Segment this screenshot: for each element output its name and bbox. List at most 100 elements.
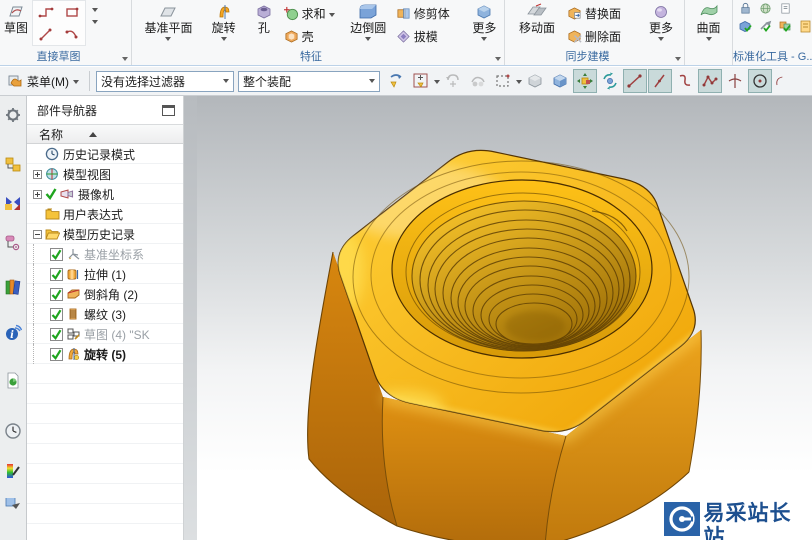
hide-show-button[interactable]	[384, 69, 408, 93]
redo-button[interactable]	[466, 69, 490, 93]
sketch-button[interactable]: 草图	[4, 0, 28, 35]
assembly-navigator-button[interactable]	[2, 154, 24, 176]
undo-icon	[446, 74, 459, 87]
unite-dropdown[interactable]	[328, 12, 335, 17]
history-palette-button[interactable]	[2, 420, 24, 442]
web-browser-button[interactable]: i	[2, 322, 24, 344]
surface-dropdown[interactable]	[705, 37, 712, 41]
delete-face-button[interactable]: 删除面	[565, 26, 641, 47]
checkbox-checked[interactable]	[50, 347, 63, 361]
draw-arc-button[interactable]	[773, 69, 785, 93]
group-dropdown-direct-sketch[interactable]	[122, 57, 128, 61]
hole-icon	[253, 0, 275, 20]
move-face-icon	[526, 0, 548, 20]
tree-item-model-views[interactable]: 模型视图	[27, 164, 183, 184]
snap-point-button[interactable]	[409, 69, 433, 93]
arc-icon	[65, 30, 78, 39]
trim-body-button[interactable]: 修剪体	[394, 3, 465, 24]
graphics-window[interactable]	[197, 96, 812, 540]
curve-gallery-expand[interactable]	[92, 20, 99, 38]
undo-button[interactable]	[441, 69, 465, 93]
selection-filter-combo[interactable]: 没有选择过滤器	[96, 70, 234, 92]
draw-circle-button[interactable]	[748, 69, 772, 93]
shell-button[interactable]: 壳	[282, 26, 343, 47]
tree-item-thread[interactable]: 螺纹 (3)	[27, 304, 183, 324]
rectangle-select-button[interactable]	[491, 69, 515, 93]
unite-button[interactable]: 求和	[282, 3, 343, 24]
checkbox-checked[interactable]	[50, 327, 63, 341]
shaded-view-button[interactable]	[523, 69, 547, 93]
group-dropdown-sync-modeling[interactable]	[675, 57, 681, 61]
edge-blend-dropdown[interactable]	[365, 37, 372, 41]
hd3d-tools-button[interactable]	[2, 370, 24, 392]
curve-gallery-dropdown[interactable]	[92, 8, 99, 12]
roles-palette-button[interactable]	[2, 460, 24, 482]
checkbox-checked[interactable]	[50, 307, 63, 321]
draw-line-button[interactable]	[623, 69, 647, 93]
move-object-button[interactable]	[573, 69, 597, 93]
studio-spline-button[interactable]	[698, 69, 722, 93]
std-doc-button[interactable]	[777, 1, 794, 16]
std-lock-button[interactable]	[737, 1, 754, 16]
selection-scope-combo[interactable]: 整个装配	[238, 70, 380, 92]
profile-tool-button[interactable]	[33, 1, 59, 23]
tree-item-chamfer[interactable]: 倒斜角 (2)	[27, 284, 183, 304]
tree-item-sketch4[interactable]: 草图 (4) "SK	[27, 324, 183, 344]
expand-icon[interactable]	[33, 189, 42, 199]
wireframe-view-button[interactable]	[548, 69, 572, 93]
rectangle-tool-button[interactable]	[59, 1, 85, 23]
expand-icon[interactable]	[33, 169, 42, 179]
line-tool-button[interactable]	[33, 23, 59, 45]
checkbox-checked[interactable]	[50, 287, 63, 301]
arc-tool-button[interactable]	[59, 23, 85, 45]
tree-item-datum-csys[interactable]: 基准坐标系	[27, 244, 183, 264]
name-column-header[interactable]: 名称	[27, 124, 183, 144]
nut-threaded-hole[interactable]	[391, 179, 653, 359]
std-check-tool-button[interactable]	[757, 18, 774, 34]
collapse-icon[interactable]	[33, 229, 42, 239]
tree-item-cameras[interactable]: 摄像机	[27, 184, 183, 204]
revolve-dropdown[interactable]	[220, 37, 227, 41]
system-scene-button[interactable]	[2, 498, 24, 510]
draft-button[interactable]: 拔模	[394, 26, 465, 47]
select-mode-dropdown[interactable]	[516, 80, 522, 84]
constraint-navigator-button[interactable]	[2, 192, 24, 214]
group-dropdown-feature[interactable]	[495, 57, 501, 61]
std-page-icon	[800, 20, 811, 32]
roles-gear-button[interactable]	[2, 104, 24, 126]
datum-plane-dropdown[interactable]	[165, 37, 172, 41]
tree-item-extrude[interactable]: 拉伸 (1)	[27, 264, 183, 284]
rotate-view-button[interactable]	[598, 69, 622, 93]
tree-item-history-mode[interactable]: 历史记录模式	[27, 144, 183, 164]
move-object-icon	[577, 73, 593, 89]
sync-more-dropdown[interactable]	[658, 37, 664, 41]
tree-item-revolve5[interactable]: 旋转 (5)	[27, 344, 183, 364]
std-page-button[interactable]	[797, 18, 812, 34]
feature-more-dropdown[interactable]	[481, 37, 488, 41]
tree-item-user-expressions[interactable]: 用户表达式	[27, 204, 183, 224]
panel-float-button[interactable]	[162, 104, 175, 116]
spline-icon	[679, 74, 691, 86]
part-navigator-button[interactable]	[2, 232, 24, 254]
point-axis-button[interactable]	[723, 69, 747, 93]
panel-resize-sash[interactable]	[183, 96, 197, 540]
watermark-brand: 易采站长站	[703, 502, 792, 540]
menu-button[interactable]: 菜单(M)	[4, 71, 83, 92]
hex-nut-model[interactable]	[197, 96, 812, 540]
std-check-color-button[interactable]	[777, 18, 794, 34]
surface-button[interactable]: 曲面	[687, 0, 731, 65]
chamfer-icon	[66, 287, 81, 301]
unite-icon	[283, 6, 298, 21]
tree-item-model-history[interactable]: 模型历史记录	[27, 224, 183, 244]
checkbox-checked[interactable]	[50, 267, 63, 281]
group-sync-modeling: 移动面 替换面 删除面 更多 同步建模	[505, 0, 685, 65]
spline-button[interactable]	[673, 69, 697, 93]
revolve-feature-icon	[66, 347, 81, 361]
checkbox-checked[interactable]	[50, 247, 63, 261]
snap-point-dropdown[interactable]	[434, 80, 440, 84]
std-globe-button[interactable]	[757, 1, 774, 16]
replace-face-button[interactable]: 替换面	[565, 3, 641, 24]
draw-line2-button[interactable]	[648, 69, 672, 93]
reuse-library-button[interactable]	[2, 276, 24, 298]
std-check-part-button[interactable]	[737, 18, 754, 34]
